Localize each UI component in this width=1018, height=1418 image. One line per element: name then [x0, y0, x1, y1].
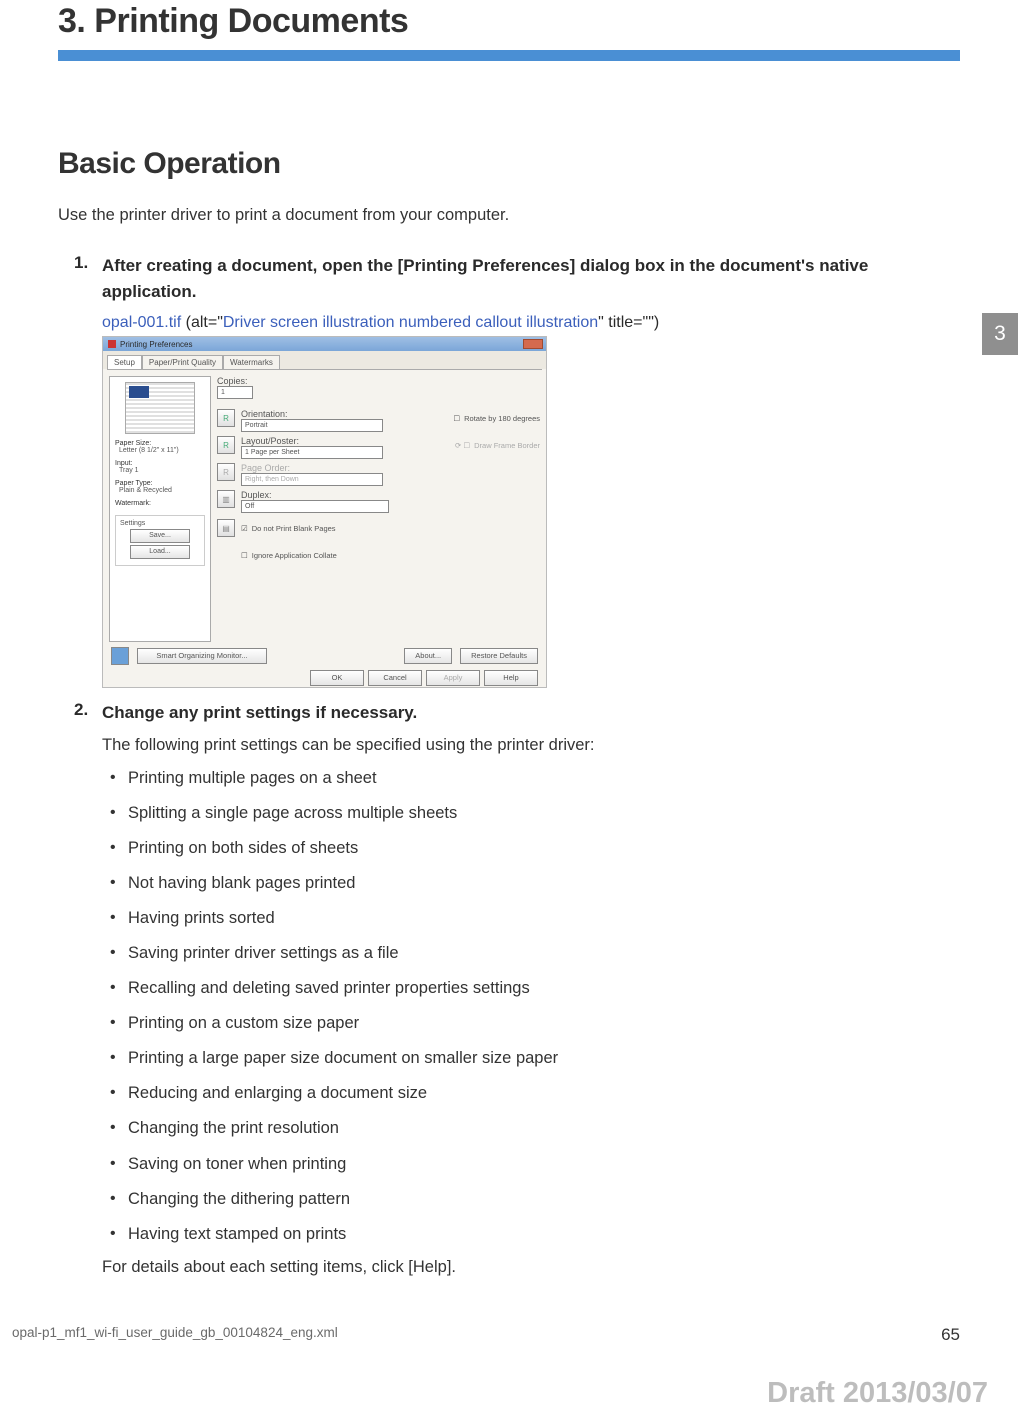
draft-stamp: Draft 2013/03/07	[767, 1377, 988, 1410]
steps-list: 1. After creating a document, open the […	[58, 253, 960, 1277]
chapter-title: 3. Printing Documents	[58, 2, 960, 41]
step-sub-text: The following print settings can be spec…	[102, 736, 960, 755]
layout-icon-button[interactable]: R	[217, 436, 235, 454]
dialog-titlebar: Printing Preferences	[103, 337, 546, 351]
collate-checkbox[interactable]: ☐Ignore Application Collate	[241, 551, 540, 560]
step-closing-text: For details about each setting items, cl…	[102, 1258, 960, 1277]
dialog-body: Paper Size: Letter (8 1/2" x 11") Input:…	[103, 370, 546, 648]
input-label: Input:	[115, 460, 205, 467]
frame-label: Draw Frame Border	[474, 441, 540, 450]
apply-button: Apply	[426, 670, 480, 686]
section-title: Basic Operation	[58, 147, 960, 181]
bullet-item: Having prints sorted	[102, 907, 960, 930]
bullet-item: Not having blank pages printed	[102, 872, 960, 895]
ok-button[interactable]: OK	[310, 670, 364, 686]
anchor-file-link[interactable]: opal-001.tif	[102, 314, 181, 331]
step-marker: 2.	[74, 700, 88, 720]
layout-label: Layout/Poster:	[241, 436, 299, 446]
step-item: 1. After creating a document, open the […	[58, 253, 960, 688]
frame-checkbox[interactable]: ⟳ ☐Draw Frame Border	[455, 441, 540, 450]
duplex-dropdown[interactable]: Off	[241, 500, 389, 513]
rotate-label: Rotate by 180 degrees	[464, 414, 540, 423]
page-thumbnail	[125, 382, 195, 434]
dialog-left-panel: Paper Size: Letter (8 1/2" x 11") Input:…	[109, 376, 211, 642]
duplex-label: Duplex:	[241, 490, 272, 500]
bullet-item: Having text stamped on prints	[102, 1223, 960, 1246]
bullet-item: Splitting a single page across multiple …	[102, 802, 960, 825]
paper-type-label: Paper Type:	[115, 480, 205, 487]
bullet-item: Changing the print resolution	[102, 1117, 960, 1140]
chapter-rule	[58, 50, 960, 61]
tab-setup[interactable]: Setup	[107, 355, 142, 369]
bullet-item: Printing on a custom size paper	[102, 1012, 960, 1035]
page-order-icon-button: R	[217, 463, 235, 481]
chapter-side-tab: 3	[982, 313, 1018, 355]
settings-bullet-list: Printing multiple pages on a sheet Split…	[102, 767, 960, 1246]
tab-paper-quality[interactable]: Paper/Print Quality	[142, 355, 223, 369]
save-button[interactable]: Save...	[130, 529, 190, 543]
smart-organizing-monitor-button[interactable]: Smart Organizing Monitor...	[137, 648, 267, 664]
blank-label: Do not Print Blank Pages	[252, 524, 336, 533]
close-icon[interactable]	[523, 339, 543, 349]
paper-size-value: Letter (8 1/2" x 11")	[119, 447, 205, 454]
page-footer: opal-p1_mf1_wi-fi_user_guide_gb_00104824…	[0, 1325, 1018, 1345]
monitor-icon	[111, 647, 129, 665]
bullet-item: Recalling and deleting saved printer pro…	[102, 977, 960, 1000]
step-text: Change any print settings if necessary.	[102, 700, 960, 726]
bullet-item: Saving on toner when printing	[102, 1153, 960, 1176]
page-number: 65	[941, 1325, 960, 1345]
bullet-item: Printing on both sides of sheets	[102, 837, 960, 860]
help-button[interactable]: Help	[484, 670, 538, 686]
bullet-item: Changing the dithering pattern	[102, 1188, 960, 1211]
anchor-post: " title="")	[598, 314, 659, 331]
chapter-header: 3. Printing Documents	[58, 2, 960, 61]
load-button[interactable]: Load...	[130, 545, 190, 559]
collate-label: Ignore Application Collate	[252, 551, 337, 560]
printing-preferences-screenshot: Printing Preferences Setup Paper/Print Q…	[102, 336, 547, 688]
about-button[interactable]: About...	[404, 648, 452, 664]
layout-dropdown[interactable]: 1 Page per Sheet	[241, 446, 383, 459]
bullet-item: Printing multiple pages on a sheet	[102, 767, 960, 790]
bullet-item: Saving printer driver settings as a file	[102, 942, 960, 965]
orientation-label: Orientation:	[241, 409, 288, 419]
watermark-label: Watermark:	[115, 500, 205, 507]
page-order-label: Page Order:	[241, 463, 290, 473]
bullet-item: Printing a large paper size document on …	[102, 1047, 960, 1070]
cancel-button[interactable]: Cancel	[368, 670, 422, 686]
tab-watermarks[interactable]: Watermarks	[223, 355, 280, 369]
copies-label: Copies:	[217, 376, 248, 386]
restore-defaults-button[interactable]: Restore Defaults	[460, 648, 538, 664]
dialog-title: Printing Preferences	[108, 340, 192, 349]
orientation-icon-button[interactable]: R	[217, 409, 235, 427]
blank-icon-button[interactable]: ▤	[217, 519, 235, 537]
dialog-bottom: Smart Organizing Monitor... About... Res…	[103, 643, 546, 687]
paper-type-value: Plain & Recycled	[119, 487, 205, 494]
orientation-dropdown[interactable]: Portrait	[241, 419, 383, 432]
step-text: After creating a document, open the [Pri…	[102, 253, 960, 304]
input-value: Tray 1	[119, 467, 205, 474]
rotate-checkbox[interactable]: ☐Rotate by 180 degrees	[453, 414, 540, 423]
copies-input[interactable]: 1	[217, 386, 253, 399]
intro-text: Use the printer driver to print a docume…	[58, 206, 960, 225]
anchor-alt-link[interactable]: Driver screen illustration numbered call…	[223, 314, 598, 331]
dialog-right-panel: Copies: 1 R Orientation: Portrait ☐Rotat…	[217, 376, 540, 642]
blank-checkbox[interactable]: ☑Do not Print Blank Pages	[241, 524, 336, 533]
paper-size-label: Paper Size:	[115, 440, 205, 447]
step-item: 2. Change any print settings if necessar…	[58, 700, 960, 1277]
settings-label: Settings	[120, 520, 200, 527]
step-marker: 1.	[74, 253, 88, 273]
image-anchor-line: opal-001.tif (alt="Driver screen illustr…	[102, 314, 960, 332]
page-order-dropdown: Right, then Down	[241, 473, 383, 486]
anchor-pre: (alt="	[181, 314, 223, 331]
bullet-item: Reducing and enlarging a document size	[102, 1082, 960, 1105]
duplex-icon-button[interactable]: ▥	[217, 490, 235, 508]
footer-filename: opal-p1_mf1_wi-fi_user_guide_gb_00104824…	[12, 1325, 338, 1345]
dialog-tabs: Setup Paper/Print Quality Watermarks	[103, 351, 546, 369]
settings-group: Settings Save... Load...	[115, 515, 205, 566]
